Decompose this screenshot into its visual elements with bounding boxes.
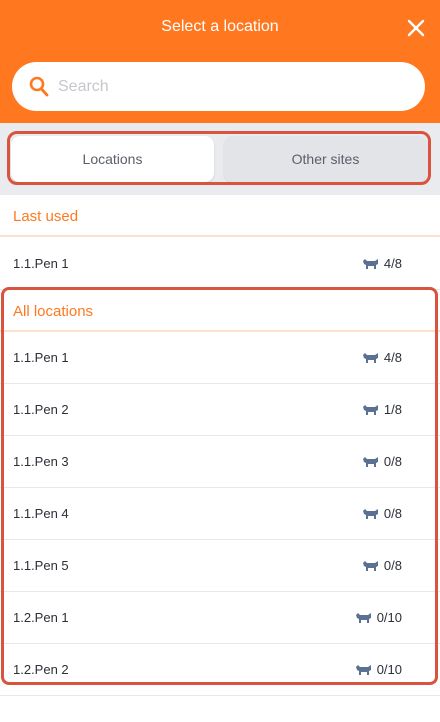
location-name: 1.1.Pen 4	[13, 506, 69, 521]
occupancy-value: 0/8	[383, 558, 402, 573]
animal-icon	[362, 352, 378, 363]
list-item-last-used[interactable]: 1.1.Pen 1 4/8	[0, 238, 440, 290]
animal-icon	[362, 456, 378, 467]
animal-icon	[362, 508, 378, 519]
occupancy-count: 4/8	[362, 256, 402, 271]
section-title-last-used: Last used	[13, 207, 79, 225]
occupancy-count: 0/8	[362, 506, 402, 521]
occupancy-count: 1/8	[362, 402, 402, 417]
search-field[interactable]	[12, 62, 425, 111]
animal-icon	[362, 560, 378, 571]
search-input[interactable]	[58, 77, 388, 96]
search-icon	[29, 76, 49, 98]
list-item[interactable]: 1.2.Pen 1 0/10	[0, 592, 440, 644]
occupancy-count: 4/8	[362, 350, 402, 365]
occupancy-value: 0/10	[376, 610, 402, 625]
close-button[interactable]	[400, 12, 432, 44]
list-item[interactable]: 1.1.Pen 4 0/8	[0, 488, 440, 540]
section-divider	[0, 235, 440, 237]
location-name: 1.1.Pen 3	[13, 454, 69, 469]
occupancy-value: 0/8	[383, 454, 402, 469]
page-title: Select a location	[161, 18, 279, 35]
location-name: 1.1.Pen 2	[13, 402, 69, 417]
occupancy-count: 0/8	[362, 558, 402, 573]
animal-icon	[362, 258, 378, 269]
list-item[interactable]: 1.1.Pen 2 1/8	[0, 384, 440, 436]
location-name: 1.2.Pen 1	[13, 610, 69, 625]
list-item[interactable]: 1.1.Pen 1 4/8	[0, 332, 440, 384]
header-bar: Select a location	[0, 0, 440, 123]
animal-icon	[355, 612, 371, 623]
occupancy-value: 0/8	[383, 506, 402, 521]
location-name: 1.1.Pen 1	[13, 350, 69, 365]
occupancy-value: 1/8	[383, 402, 402, 417]
tab-highlight-outline	[7, 131, 431, 185]
list-item[interactable]: 1.1.Pen 3 0/8	[0, 436, 440, 488]
section-title-all-locations: All locations	[13, 302, 94, 320]
animal-icon	[362, 404, 378, 415]
location-name: 1.1.Pen 5	[13, 558, 69, 573]
occupancy-count: 0/10	[355, 610, 402, 625]
list-item[interactable]: 1.1.Pen 5 0/8	[0, 540, 440, 592]
occupancy-value: 4/8	[383, 256, 402, 271]
location-name: 1.1.Pen 1	[13, 256, 69, 271]
occupancy-count: 0/8	[362, 454, 402, 469]
location-name: 1.2.Pen 2	[13, 662, 69, 677]
occupancy-count: 0/10	[355, 662, 402, 677]
animal-icon	[355, 664, 371, 675]
occupancy-value: 4/8	[383, 350, 402, 365]
occupancy-value: 0/10	[376, 662, 402, 677]
list-item[interactable]: 1.2.Pen 2 0/10	[0, 644, 440, 696]
close-icon	[407, 19, 425, 37]
